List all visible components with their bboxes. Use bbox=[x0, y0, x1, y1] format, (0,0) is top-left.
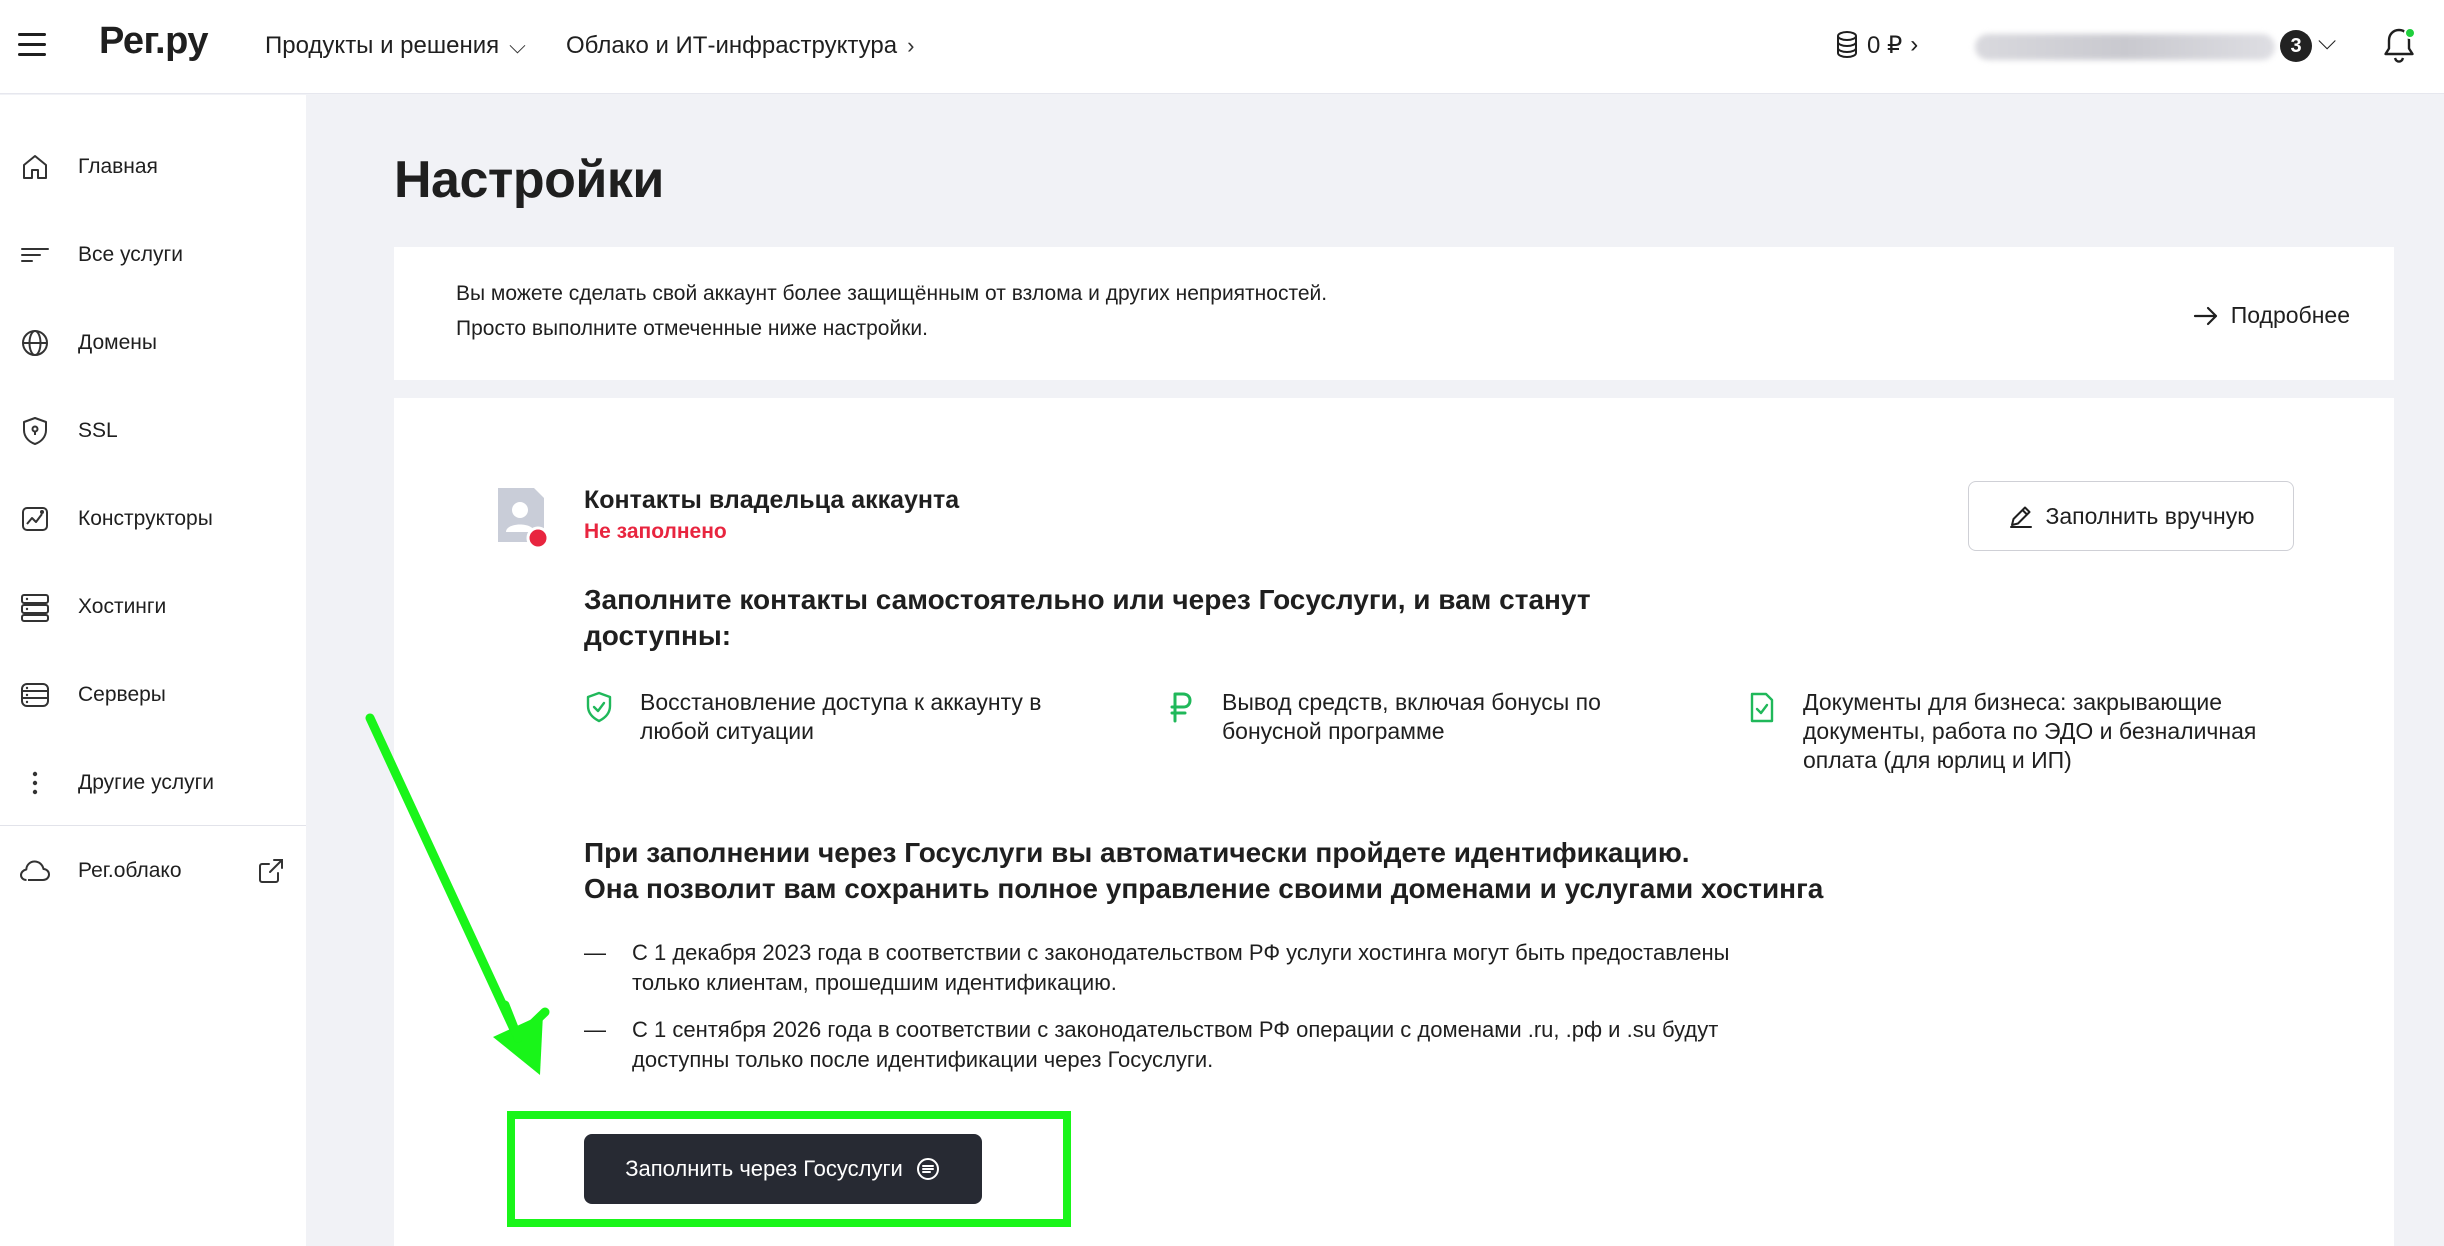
pencil-icon bbox=[2009, 506, 2032, 528]
sidebar-item-label: Конструкторы bbox=[78, 507, 213, 530]
chevron-right-icon: › bbox=[1910, 31, 1919, 58]
more-vertical-icon bbox=[32, 771, 38, 795]
top-header: Рег.ру Продукты и решения ⌵ Облако и ИТ-и… bbox=[0, 0, 2444, 94]
sidebar-item-label: Серверы bbox=[78, 683, 166, 706]
nav-products-label: Продукты и решения bbox=[265, 32, 500, 59]
highlight-frame bbox=[507, 1111, 1071, 1227]
balance[interactable]: 0 ₽ › bbox=[1835, 30, 1918, 60]
sidebar-item-ssl[interactable]: SSL bbox=[0, 401, 306, 461]
divider bbox=[0, 825, 306, 826]
info-line-2: Просто выполните отмеченные ниже настрой… bbox=[456, 317, 928, 340]
sidebar-item-label: SSL bbox=[78, 419, 118, 442]
external-link-icon bbox=[259, 859, 283, 883]
sidebar-item-all-services[interactable]: Все услуги bbox=[0, 225, 306, 285]
shield-icon bbox=[23, 417, 47, 445]
home-icon bbox=[23, 155, 47, 179]
sidebar-item-label: Рег.облако bbox=[78, 859, 182, 882]
sidebar-item-reg-cloud[interactable]: Рег.облако bbox=[0, 841, 306, 901]
gosuslugi-lead: При заполнении через Госуслуги вы автома… bbox=[584, 835, 1984, 907]
sidebar-item-label: Домены bbox=[78, 331, 157, 354]
contact-card-icon bbox=[498, 488, 550, 550]
info-text: Вы можете сделать свой аккаунт более защ… bbox=[456, 276, 1327, 346]
law-rule-text: С 1 декабря 2023 года в соответствии с з… bbox=[632, 940, 1730, 995]
counter-badge: 3 bbox=[2280, 30, 2312, 62]
nav-cloud-label: Облако и ИТ-инфраструктура bbox=[566, 32, 898, 59]
owner-title: Контакты владельца аккаунта bbox=[584, 486, 960, 514]
sidebar-item-label: Все услуги bbox=[78, 243, 183, 266]
status-badge: Не заполнено bbox=[584, 520, 727, 543]
chevron-down-icon[interactable]: ⌵ bbox=[2318, 28, 2336, 56]
logo[interactable]: Рег.ру bbox=[99, 20, 208, 63]
notification-dot bbox=[2404, 27, 2416, 39]
coins-icon bbox=[1837, 31, 1857, 59]
globe-icon bbox=[22, 330, 48, 356]
fill-manually-button[interactable]: Заполнить вручную bbox=[1968, 481, 2294, 551]
cloud-icon bbox=[20, 860, 50, 881]
benefit-text: Документы для бизнеса: закрывающие докум… bbox=[1803, 689, 2257, 773]
nav-cloud[interactable]: Облако и ИТ-инфраструктура › bbox=[566, 32, 914, 60]
balance-value: 0 ₽ bbox=[1867, 31, 1903, 59]
dash: — bbox=[584, 1017, 606, 1042]
benefit-text: Восстановление доступа к аккаунту в любо… bbox=[640, 689, 1042, 744]
chevron-down-icon: ⌵ bbox=[509, 33, 526, 58]
gosuslugi-lead-line-2: Она позволит вам сохранить полное управл… bbox=[584, 873, 1824, 904]
sidebar-item-hosting[interactable]: Хостинги bbox=[0, 577, 306, 637]
sidebar-item-label: Другие услуги bbox=[78, 771, 214, 794]
security-info-card: Вы можете сделать свой аккаунт более защ… bbox=[394, 247, 2394, 380]
sidebar-item-constructors[interactable]: Конструкторы bbox=[0, 489, 306, 549]
sidebar-item-domains[interactable]: Домены bbox=[0, 313, 306, 373]
list-icon bbox=[21, 248, 49, 262]
server-icon bbox=[21, 683, 49, 707]
benefit-text: Вывод средств, включая бонусы по бонусно… bbox=[1222, 689, 1601, 744]
hosting-icon bbox=[21, 594, 49, 622]
sidebar-item-home[interactable]: Главная bbox=[0, 137, 306, 197]
gosuslugi-lead-line-1: При заполнении через Госуслуги вы автома… bbox=[584, 837, 1690, 868]
constructor-icon bbox=[22, 507, 48, 531]
sidebar-item-other-services[interactable]: Другие услуги bbox=[0, 753, 306, 813]
law-rule-text: С 1 сентября 2026 года в соответствии с … bbox=[632, 1017, 1719, 1072]
ruble-icon bbox=[1170, 692, 1192, 723]
sidebar-item-servers[interactable]: Серверы bbox=[0, 665, 306, 725]
arrow-right-icon bbox=[2193, 306, 2217, 325]
benefits-lead: Заполните контакты самостоятельно или че… bbox=[584, 584, 1591, 651]
sidebar: Главная Все услуги Домены SSL Конструкто… bbox=[0, 95, 306, 1246]
chevron-right-icon: › bbox=[907, 33, 915, 58]
page-title: Настройки bbox=[394, 151, 664, 209]
document-check-icon bbox=[1750, 692, 1774, 723]
shield-check-icon bbox=[586, 691, 612, 723]
sidebar-item-label: Главная bbox=[78, 155, 158, 178]
more-link-label: Подробнее bbox=[2230, 302, 2350, 328]
dash: — bbox=[584, 940, 606, 965]
more-link[interactable]: Подробнее bbox=[2193, 302, 2350, 329]
sidebar-item-label: Хостинги bbox=[78, 595, 167, 618]
nav-products[interactable]: Продукты и решения ⌵ bbox=[265, 32, 526, 60]
menu-icon[interactable] bbox=[18, 33, 48, 61]
fill-manually-label: Заполнить вручную bbox=[2045, 502, 2255, 529]
account-email-blurred[interactable] bbox=[1975, 34, 2275, 60]
info-line-1: Вы можете сделать свой аккаунт более защ… bbox=[456, 282, 1328, 305]
